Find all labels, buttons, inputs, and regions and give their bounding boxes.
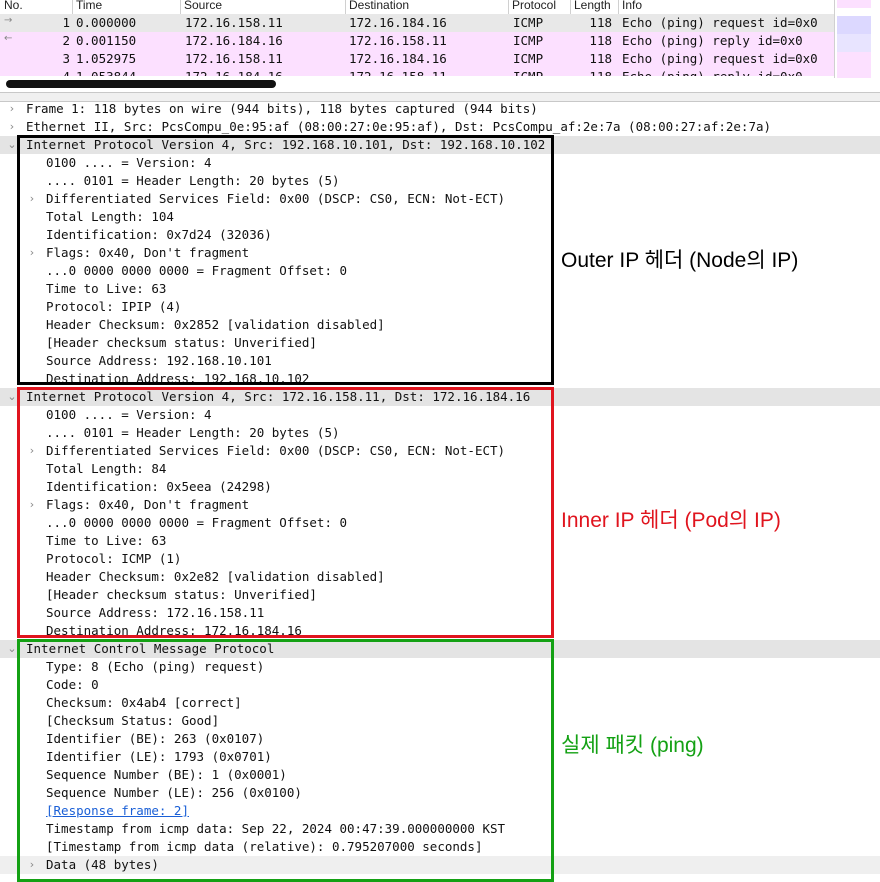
payload-highlight-box (17, 639, 554, 882)
outer-ip-highlight-box (17, 135, 554, 385)
tree-item-label: Frame 1: 118 bytes on wire (944 bits), 1… (26, 101, 538, 116)
packet-no: 2 (62, 33, 70, 48)
tree-item-frame[interactable]: › Frame 1: 118 bytes on wire (944 bits),… (0, 100, 880, 118)
packet-info: Echo (ping) request id=0x0 (622, 51, 818, 66)
packet-length: 118 (589, 51, 612, 66)
packet-destination: 172.16.184.16 (349, 15, 447, 30)
chevron-right-icon[interactable]: › (6, 118, 18, 135)
tree-item-label: Ethernet II, Src: PcsCompu_0e:95:af (08:… (26, 119, 772, 134)
col-info[interactable]: Info (622, 0, 642, 12)
packet-info: Echo (ping) request id=0x0 (622, 15, 818, 30)
outer-ip-annotation: Outer IP 헤더 (Node의 IP) (561, 249, 799, 272)
packet-destination: 172.16.158.11 (349, 33, 447, 48)
col-destination[interactable]: Destination (349, 0, 409, 12)
inner-ip-annotation: Inner IP 헤더 (Pod의 IP) (561, 509, 781, 532)
packet-protocol: ICMP (513, 51, 544, 66)
col-time[interactable]: Time (76, 0, 102, 12)
packet-minimap[interactable] (834, 0, 880, 78)
packet-no: 1 (62, 15, 70, 30)
packet-time: 0.000000 (76, 15, 137, 30)
chevron-right-icon[interactable]: › (6, 100, 18, 117)
packet-protocol: ICMP (513, 33, 544, 48)
packet-row[interactable]: → 1 0.000000 172.16.158.11 172.16.184.16… (0, 14, 834, 32)
packet-list-header: No. Time Source Destination Protocol Len… (0, 0, 880, 15)
packet-source: 172.16.184.16 (185, 33, 283, 48)
packet-length: 118 (589, 15, 612, 30)
packet-list[interactable]: No. Time Source Destination Protocol Len… (0, 0, 880, 92)
packet-time: 1.052975 (76, 51, 137, 66)
col-protocol[interactable]: Protocol (512, 0, 556, 12)
packet-protocol: ICMP (513, 15, 544, 30)
packet-time: 0.001150 (76, 33, 137, 48)
packet-destination: 172.16.184.16 (349, 51, 447, 66)
horizontal-scrollbar[interactable] (6, 80, 276, 88)
packet-info: Echo (ping) reply id=0x0 (622, 33, 803, 48)
packet-row[interactable]: ← 2 0.001150 172.16.184.16 172.16.158.11… (0, 32, 834, 50)
packet-source: 172.16.158.11 (185, 51, 283, 66)
tree-item-ethernet[interactable]: › Ethernet II, Src: PcsCompu_0e:95:af (0… (0, 118, 880, 136)
packet-source: 172.16.158.11 (185, 15, 283, 30)
col-source[interactable]: Source (184, 0, 222, 12)
col-no[interactable]: No. (4, 0, 23, 12)
inner-ip-highlight-box (17, 387, 554, 638)
col-length[interactable]: Length (574, 0, 611, 12)
packet-row[interactable]: 3 1.052975 172.16.158.11 172.16.184.16 I… (0, 50, 834, 68)
packet-length: 118 (589, 33, 612, 48)
payload-annotation: 실제 패킷 (ping) (561, 734, 704, 757)
packet-no: 3 (62, 51, 70, 66)
